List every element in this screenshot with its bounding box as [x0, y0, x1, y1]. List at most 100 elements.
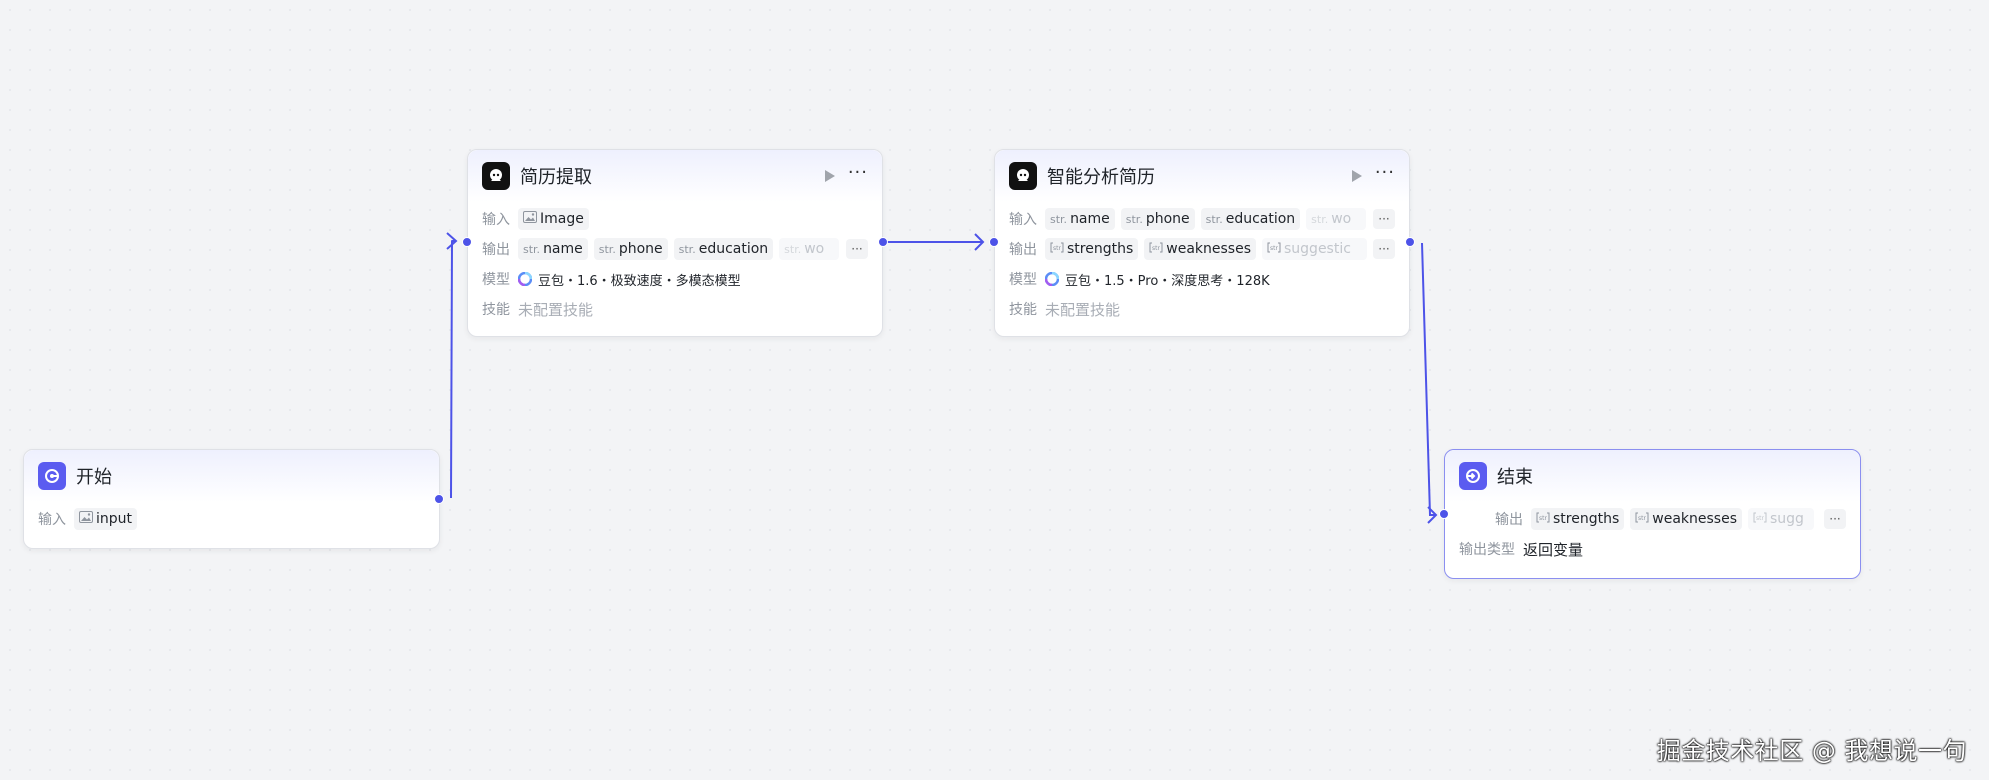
- more-outputs-button[interactable]: ···: [1373, 239, 1395, 259]
- output-var-name: phone: [618, 241, 663, 257]
- play-icon[interactable]: [822, 168, 838, 184]
- output-var-name: suggestic: [1284, 241, 1351, 257]
- output-type-value: 返回变量: [1523, 540, 1584, 559]
- array-str-icon: str: [1635, 511, 1649, 527]
- output-var-tag[interactable]: str. phone: [593, 238, 668, 260]
- row-label: 模型: [482, 272, 510, 288]
- array-str-icon: str: [1753, 511, 1767, 527]
- edge-start-to-extract[interactable]: [450, 239, 456, 499]
- output-var-tag[interactable]: str. education: [673, 238, 774, 260]
- edges-layer: [446, 232, 1438, 524]
- type-prefix: str.: [1311, 212, 1329, 226]
- output-var-tag[interactable]: str weaknesses: [1630, 508, 1742, 530]
- input-var-name: education: [1225, 211, 1296, 227]
- analyze-input-row: 输入 str. name str. phone str. education str.…: [1009, 204, 1395, 234]
- more-icon[interactable]: ···: [848, 164, 868, 182]
- workflow-canvas[interactable]: 开始 输入 input 简历提取 ··· 输入 Image 输出 str. na…: [0, 0, 1989, 780]
- output-var-name: wo: [804, 241, 825, 257]
- output-var-tag[interactable]: str suggestic: [1262, 238, 1367, 260]
- type-prefix: str.: [523, 242, 541, 256]
- node-title: 开始: [76, 467, 112, 488]
- row-label: 输入: [1009, 212, 1037, 228]
- row-label: 技能: [1009, 302, 1037, 318]
- row-label: 输出: [1495, 512, 1523, 528]
- input-var-name: Image: [540, 211, 584, 227]
- skill-value: 未配置技能: [1045, 300, 1121, 319]
- output-var-name: strengths: [1553, 511, 1620, 527]
- skill-value: 未配置技能: [518, 300, 594, 319]
- svg-text:str: str: [1638, 515, 1646, 522]
- output-var-tag[interactable]: str strengths: [1045, 238, 1139, 260]
- output-var-name: education: [698, 241, 769, 257]
- svg-text:str: str: [1053, 245, 1061, 252]
- doubao-logo-icon: [1044, 271, 1060, 287]
- image-icon: [523, 211, 537, 227]
- watermark: 掘金技术社区 @ 我想说一句: [1656, 737, 1967, 765]
- extract-output-port[interactable]: [878, 237, 888, 247]
- node-title: 智能分析简历: [1047, 167, 1155, 188]
- start-output-port[interactable]: [434, 494, 444, 504]
- end-output-type-row: 输出类型 返回变量: [1459, 534, 1846, 564]
- input-var-tag[interactable]: input: [74, 508, 138, 530]
- array-str-icon: str: [1267, 241, 1281, 257]
- row-label: 输入: [38, 512, 66, 528]
- start-icon: [38, 462, 66, 490]
- array-str-icon: str: [1050, 241, 1064, 257]
- input-var-tag[interactable]: str. name: [1045, 208, 1115, 230]
- output-var-name: sugg: [1770, 511, 1804, 527]
- row-label: 技能: [482, 302, 510, 318]
- doubao-logo-icon: [517, 271, 533, 287]
- edge-analyze-to-end[interactable]: [1421, 242, 1436, 516]
- play-icon[interactable]: [1349, 168, 1365, 184]
- end-node-header: 结束: [1445, 450, 1860, 502]
- type-prefix: str.: [784, 242, 802, 256]
- output-var-tag[interactable]: str. name: [518, 238, 588, 260]
- extract-skill-row: 技能 未配置技能: [482, 294, 868, 324]
- end-icon: [1459, 462, 1487, 490]
- input-var-name: input: [96, 511, 133, 527]
- extract-output-row: 输出 str. name str. phone str. education str.…: [482, 234, 868, 264]
- array-str-icon: str: [1536, 511, 1550, 527]
- svg-text:str: str: [1539, 515, 1547, 522]
- output-var-name: weaknesses: [1652, 511, 1737, 527]
- output-var-tag[interactable]: str strengths: [1531, 508, 1625, 530]
- start-input-row: 输入 input: [38, 504, 425, 534]
- extract-node[interactable]: 简历提取 ··· 输入 Image 输出 str. name str. phon…: [467, 149, 883, 337]
- svg-text:str: str: [1756, 515, 1764, 522]
- extract-input-port[interactable]: [462, 237, 472, 247]
- image-icon: [79, 511, 93, 527]
- output-var-tag[interactable]: str sugg: [1748, 508, 1814, 530]
- input-var-tag[interactable]: str. education: [1200, 208, 1301, 230]
- more-outputs-button[interactable]: ···: [846, 239, 868, 259]
- input-var-name: phone: [1145, 211, 1190, 227]
- input-var-name: name: [1070, 211, 1110, 227]
- start-node[interactable]: 开始 输入 input: [23, 449, 440, 549]
- input-var-tag[interactable]: str. phone: [1120, 208, 1195, 230]
- output-var-name: weaknesses: [1166, 241, 1251, 257]
- extract-node-header: 简历提取 ···: [468, 150, 882, 202]
- output-var-name: strengths: [1067, 241, 1134, 257]
- input-var-tag[interactable]: str. wo: [1306, 208, 1367, 230]
- output-var-tag[interactable]: str. wo: [779, 238, 840, 260]
- output-var-name: name: [543, 241, 583, 257]
- input-var-tag[interactable]: Image: [518, 208, 589, 230]
- analyze-output-port[interactable]: [1405, 237, 1415, 247]
- robot-icon: [1009, 162, 1037, 190]
- analyze-node[interactable]: 智能分析简历 ··· 输入 str. name str. phone str. edu…: [994, 149, 1410, 337]
- svg-text:str: str: [1270, 245, 1278, 252]
- edge-start-to-extract-arrow: [446, 232, 458, 250]
- analyze-output-row: 输出 str strengths str weaknesses str suggest…: [1009, 234, 1395, 264]
- end-input-port[interactable]: [1439, 509, 1449, 519]
- output-var-tag[interactable]: str weaknesses: [1144, 238, 1256, 260]
- row-label: 输出: [482, 242, 510, 258]
- more-icon[interactable]: ···: [1375, 164, 1395, 182]
- end-output-row: 输出 str strengths str weaknesses str sugg ··…: [1459, 504, 1846, 534]
- analyze-model-row: 模型 豆包・1.5・Pro・深度思考・128K: [1009, 264, 1395, 294]
- more-inputs-button[interactable]: ···: [1373, 209, 1395, 229]
- edge-analyze-to-end-arrow: [1427, 506, 1438, 524]
- analyze-input-port[interactable]: [989, 237, 999, 247]
- end-node[interactable]: 结束 输出 str strengths str weaknesses str sugg…: [1444, 449, 1861, 579]
- input-var-name: wo: [1331, 211, 1352, 227]
- row-label: 输出类型: [1459, 542, 1515, 558]
- more-outputs-button[interactable]: ···: [1824, 509, 1846, 529]
